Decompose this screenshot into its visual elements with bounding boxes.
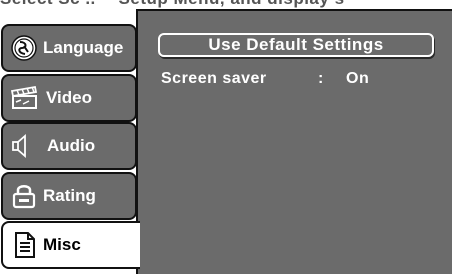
setting-name: Screen saver xyxy=(161,70,267,87)
tab-misc[interactable]: Misc xyxy=(1,221,140,269)
lock-icon xyxy=(9,181,39,211)
setting-value: On xyxy=(346,70,370,87)
clapperboard-icon xyxy=(9,83,39,113)
setting-row-screen-saver[interactable]: Screen saver : On xyxy=(161,68,441,90)
setup-menu-screen: Select Sc .. ·· Setup Menu, and display … xyxy=(0,0,452,274)
tab-language-label: Language xyxy=(43,38,124,57)
use-default-settings-button[interactable]: Use Default Settings xyxy=(158,33,434,57)
tab-audio[interactable]: Audio xyxy=(1,122,137,170)
tab-misc-label: Misc xyxy=(43,235,81,254)
tab-language[interactable]: Language xyxy=(1,24,137,72)
misc-settings-panel: Use Default Settings Screen saver : On xyxy=(136,9,452,274)
tab-rating-label: Rating xyxy=(43,186,96,205)
tab-rating[interactable]: Rating xyxy=(1,172,137,220)
document-icon xyxy=(9,230,39,260)
tab-audio-label: Audio xyxy=(47,136,96,155)
tab-video-label: Video xyxy=(46,88,92,107)
speaker-icon xyxy=(9,131,39,161)
language-disc-icon xyxy=(9,33,39,63)
tab-video[interactable]: Video xyxy=(1,74,137,122)
setup-sidebar: Language Video Audio Rating Misc xyxy=(0,0,140,274)
setting-separator: : xyxy=(318,70,324,87)
